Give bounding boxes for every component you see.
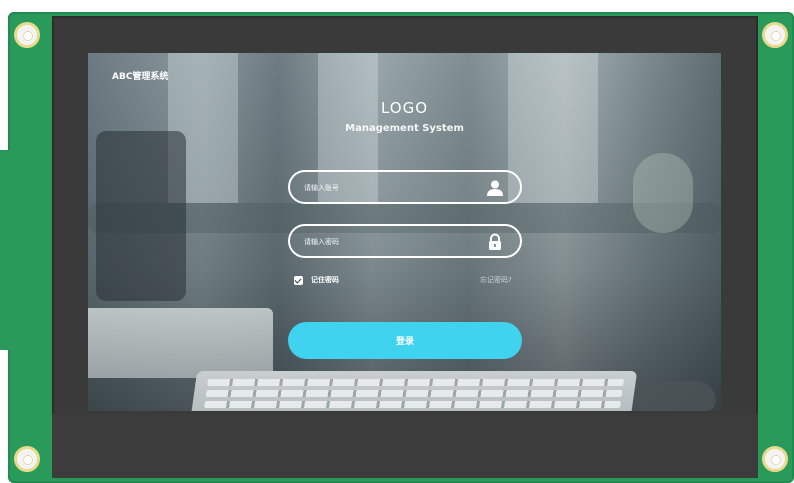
mounting-hole-top-right: [762, 22, 788, 48]
user-icon: [487, 180, 503, 196]
login-button[interactable]: 登录: [288, 322, 522, 359]
account-field[interactable]: [288, 170, 522, 204]
account-input[interactable]: [302, 172, 476, 204]
remember-label: 记住密码: [311, 276, 339, 284]
background-keyboard: [188, 371, 638, 411]
logo-text: LOGO: [380, 99, 429, 117]
password-field[interactable]: [288, 224, 522, 258]
password-input[interactable]: [302, 226, 476, 258]
mounting-hole-bottom-right: [762, 446, 788, 472]
lcd-bezel-bottom: [52, 414, 758, 478]
app-subtitle: Management System: [345, 123, 464, 134]
background-mouse: [636, 381, 716, 411]
checkbox-checked-icon[interactable]: [294, 275, 303, 285]
brand-title: ABC管理系统: [112, 72, 169, 82]
forgot-password-link[interactable]: 忘记密码?: [480, 275, 512, 285]
login-screen: ABC管理系统 LOGO Management System 记住密码 忘记密码…: [88, 53, 721, 411]
remember-password[interactable]: 记住密码: [294, 275, 339, 285]
mounting-hole-top-left: [14, 22, 40, 48]
background-glass: [633, 153, 693, 233]
pcb-left-tab: [0, 150, 14, 350]
background-laptop: [88, 308, 273, 378]
background-monitor: [96, 131, 186, 301]
lock-icon: [489, 233, 501, 250]
mounting-hole-bottom-left: [14, 446, 40, 472]
